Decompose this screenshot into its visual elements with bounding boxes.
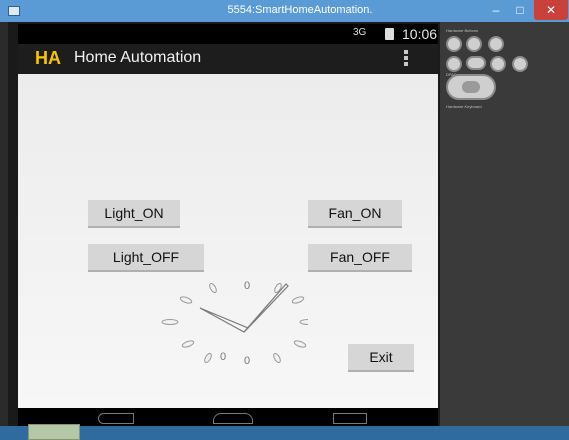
- app-content: Light_ON Fan_ON Light_OFF Fan_OFF 0 0 0 …: [18, 74, 438, 408]
- window-title: 5554:SmartHomeAutomation.: [227, 4, 373, 16]
- action-bar: HA Home Automation: [18, 44, 438, 74]
- taskbar-app-icon[interactable]: [28, 424, 80, 440]
- home-nav-icon[interactable]: [213, 413, 253, 424]
- window-titlebar: 5554:SmartHomeAutomation. – □ ✕: [0, 0, 569, 22]
- analog-clock: 0 0 0: [161, 280, 308, 367]
- clock-hour-hand: [199, 307, 250, 333]
- overflow-menu-icon[interactable]: [404, 50, 408, 66]
- navigation-bar: [18, 408, 438, 428]
- app-logo: HA: [35, 48, 61, 68]
- clock-numeral: 0: [244, 280, 250, 292]
- clock-tick: [161, 319, 179, 325]
- recent-apps-nav-icon[interactable]: [333, 413, 367, 424]
- volume-up-icon[interactable]: [466, 36, 482, 52]
- dpad-center[interactable]: [462, 81, 480, 93]
- app-title: Home Automation: [74, 49, 202, 66]
- back-icon[interactable]: [490, 56, 506, 72]
- clock-tick: [291, 296, 305, 304]
- clock-tick: [204, 352, 212, 364]
- taskbar: [0, 424, 569, 440]
- home-icon[interactable]: [446, 56, 462, 72]
- signal-icon: 3G: [353, 27, 367, 38]
- clock-tick: [181, 340, 195, 348]
- minimize-button[interactable]: –: [484, 0, 508, 20]
- clock-tick: [299, 319, 308, 325]
- fan-off-button[interactable]: Fan_OFF: [308, 244, 412, 272]
- clock-numeral: 0: [244, 355, 250, 367]
- controls-section-label: Hardware Keyboard: [446, 104, 482, 109]
- volume-down-icon[interactable]: [446, 36, 462, 52]
- light-on-button[interactable]: Light_ON: [88, 200, 180, 228]
- status-time: 10:06: [402, 26, 438, 42]
- power-icon[interactable]: [488, 36, 504, 52]
- clock-tick: [293, 340, 307, 348]
- clock-minute-hand: [243, 283, 289, 333]
- close-button[interactable]: ✕: [534, 0, 568, 20]
- clock-tick: [273, 352, 281, 364]
- clock-tick: [209, 282, 217, 294]
- controls-section-label: Hardware Buttons: [446, 28, 479, 33]
- battery-icon: [385, 28, 394, 40]
- window-app-icon: [8, 6, 20, 16]
- light-off-button[interactable]: Light_OFF: [88, 244, 204, 272]
- fan-on-button[interactable]: Fan_ON: [308, 200, 402, 228]
- clock-tick: [179, 296, 193, 304]
- exit-button[interactable]: Exit: [348, 344, 414, 372]
- clock-numeral: 0: [220, 351, 226, 363]
- back-nav-icon[interactable]: [98, 413, 134, 424]
- emulator-controls-panel: Hardware Buttons DPAD Hardware Keyboard: [440, 22, 569, 426]
- menu-icon[interactable]: [466, 56, 486, 70]
- status-bar: 3G 10:06: [18, 24, 438, 44]
- maximize-button[interactable]: □: [508, 0, 532, 20]
- search-icon[interactable]: [512, 56, 528, 72]
- dpad-control[interactable]: [446, 74, 496, 100]
